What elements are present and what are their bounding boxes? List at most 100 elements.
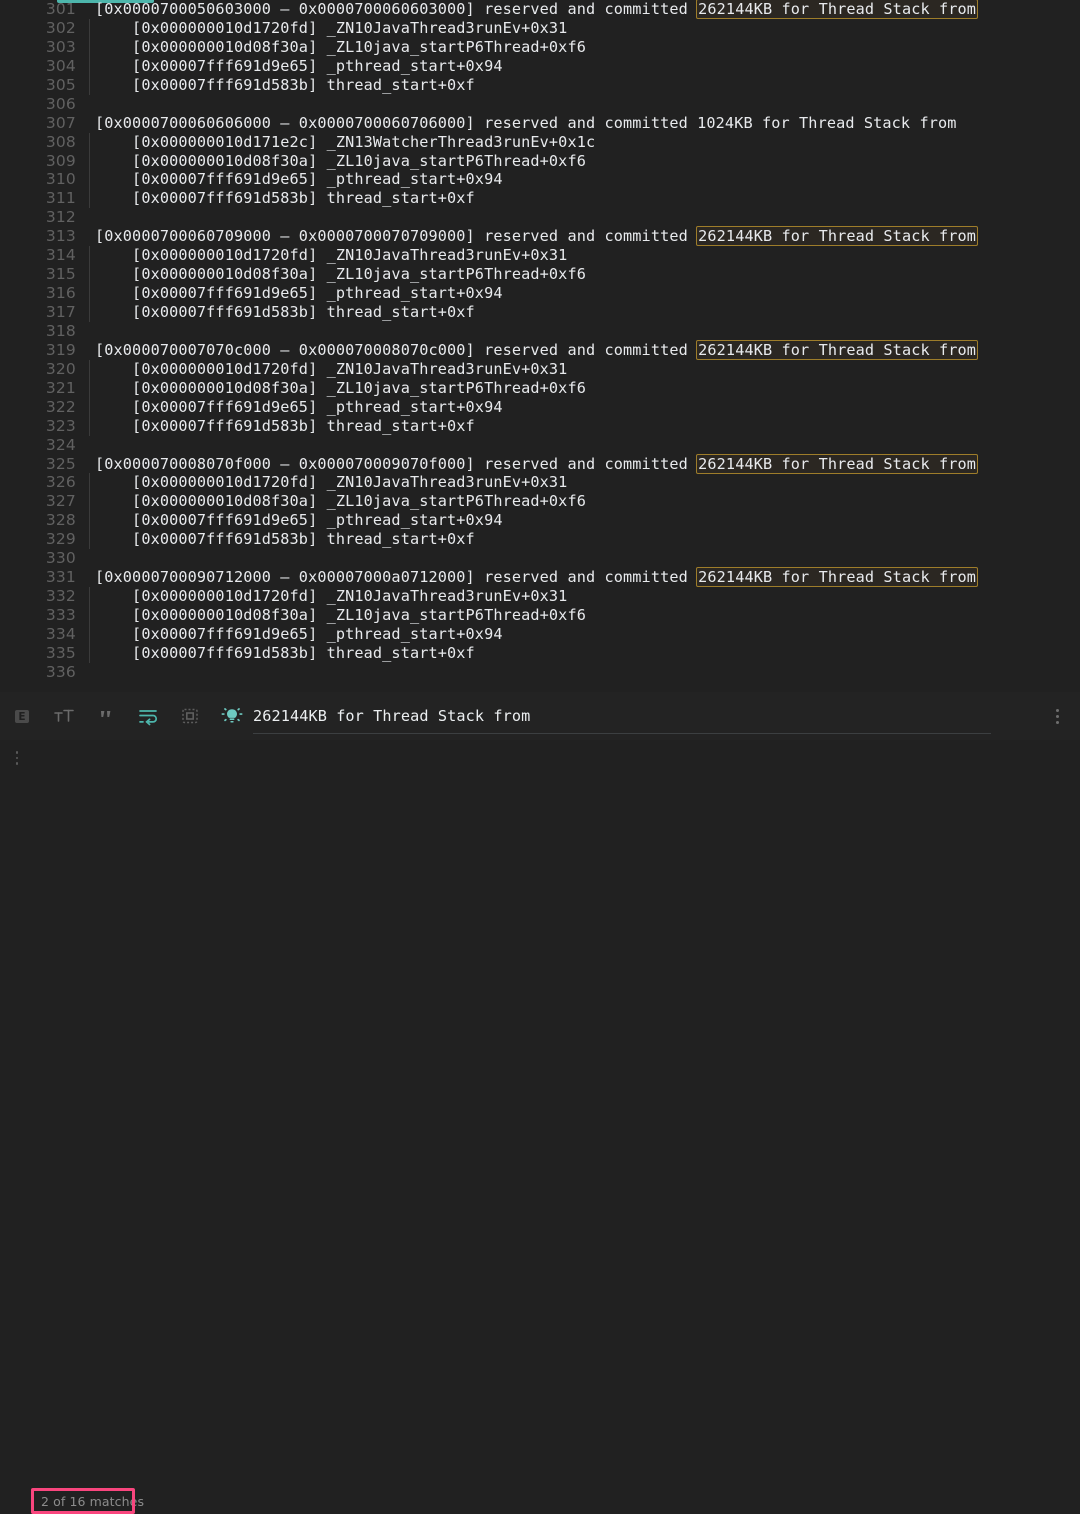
code-line-text: [0x00007fff691d9e65] _pthread_start+0x94 (76, 284, 1080, 304)
code-line-text: [0x000070007070c000 — 0x000070008070c000… (76, 339, 1080, 360)
in-selection-icon[interactable] (170, 696, 210, 736)
code-text: [0x00007fff691d583b] thread_start+0xf (95, 530, 475, 549)
code-line[interactable]: 302 [0x000000010d1720fd] _ZN10JavaThread… (0, 18, 1080, 38)
indent-guide (89, 75, 90, 95)
code-line[interactable]: 335 [0x00007fff691d583b] thread_start+0x… (0, 643, 1080, 663)
code-text: [0x000000010d08f30a] _ZL10java_startP6Th… (95, 151, 586, 170)
code-line-text: [0x000000010d08f30a] _ZL10java_startP6Th… (76, 606, 1080, 625)
line-number: 329 (45, 530, 76, 549)
code-line[interactable]: 306 (0, 95, 1080, 114)
code-line[interactable]: 301 [0x0000700050603000 — 0x0000700060603… (0, 0, 1080, 19)
code-line-text: [0x0000700090712000 — 0x00007000a0712000… (76, 567, 1080, 588)
code-line[interactable]: 322 [0x00007fff691d9e65] _pthread_start+… (0, 397, 1080, 417)
code-line[interactable]: 311 [0x00007fff691d583b] thread_start+0x… (0, 189, 1080, 209)
code-line[interactable]: 317 [0x00007fff691d583b] thread_start+0x… (0, 303, 1080, 322)
indent-guide (89, 18, 90, 38)
line-number: 304 (45, 56, 76, 75)
code-text: [0x000000010d08f30a] _ZL10java_startP6Th… (95, 492, 586, 511)
indent-guide (89, 170, 90, 190)
code-line[interactable]: 333 [0x000000010d08f30a] _ZL10java_start… (0, 606, 1080, 625)
status-overflow-menu-icon[interactable] (10, 748, 24, 768)
code-line[interactable]: 329 [0x00007fff691d583b] thread_start+0x… (0, 530, 1080, 550)
indent-guide (89, 606, 90, 625)
indent-guide (89, 624, 90, 644)
wrap-around-icon[interactable] (128, 696, 168, 736)
indent-guide (89, 132, 90, 152)
code-line[interactable]: 323 [0x00007fff691d583b] thread_start+0x… (0, 416, 1080, 436)
code-text: [0x0000700050603000 — 0x0000700060603000… (95, 0, 698, 18)
code-line[interactable]: 307 [0x0000700060606000 — 0x0000700060706… (0, 114, 1080, 133)
code-text: [0x000000010d1720fd] _ZN10JavaThread3run… (95, 359, 568, 378)
highlight-all-icon[interactable] (212, 696, 252, 736)
code-line[interactable]: 318 (0, 322, 1080, 341)
code-line-text: [0x000000010d08f30a] _ZL10java_startP6Th… (76, 378, 1080, 398)
indent-guide (89, 397, 90, 417)
code-line[interactable]: 308 [0x000000010d171e2c] _ZN13WatcherThr… (0, 132, 1080, 152)
find-toolbar: E (0, 692, 1080, 740)
code-line[interactable]: 336 (0, 663, 1080, 682)
line-number: 328 (45, 511, 76, 530)
line-number: 314 (45, 246, 76, 265)
line-number: 315 (45, 265, 76, 284)
code-line[interactable]: 312 (0, 208, 1080, 227)
code-line-text: [0x00007fff691d583b] thread_start+0xf (76, 643, 1080, 663)
code-line-text: [0x0000700050603000 — 0x0000700060603000… (76, 0, 1080, 19)
line-number: 305 (45, 75, 76, 94)
code-text: [0x00007fff691d9e65] _pthread_start+0x94 (95, 170, 503, 189)
code-line[interactable]: 321 [0x000000010d08f30a] _ZL10java_start… (0, 378, 1080, 398)
line-number: 308 (45, 132, 76, 151)
indent-guide (89, 265, 90, 285)
code-line[interactable]: 330 (0, 549, 1080, 568)
code-line-text: [0x000000010d08f30a] _ZL10java_startP6Th… (76, 37, 1080, 57)
line-number: 310 (45, 170, 76, 189)
code-text: [0x000000010d171e2c] _ZN13WatcherThread3… (95, 132, 596, 151)
code-line[interactable]: 332 [0x000000010d1720fd] _ZN10JavaThread… (0, 587, 1080, 607)
app-root: 301 [0x0000700050603000 — 0x0000700060603… (0, 0, 1080, 1514)
indent-guide (89, 416, 90, 436)
code-line[interactable]: 313 [0x0000700060709000 — 0x0000700070709… (0, 226, 1080, 247)
line-number: 322 (45, 397, 76, 416)
code-text: [0x00007fff691d9e65] _pthread_start+0x94 (95, 624, 503, 643)
code-line-text: [0x00007fff691d583b] thread_start+0xf (76, 303, 1080, 322)
indent-guide (89, 284, 90, 304)
match-case-icon[interactable] (44, 696, 84, 736)
code-line[interactable]: 315 [0x000000010d08f30a] _ZL10java_start… (0, 265, 1080, 285)
indent-guide (89, 189, 90, 209)
code-line[interactable]: 328 [0x00007fff691d9e65] _pthread_start+… (0, 511, 1080, 531)
code-line-text: [0x000000010d1720fd] _ZN10JavaThread3run… (76, 359, 1080, 379)
line-number: 336 (45, 662, 76, 681)
line-number: 302 (45, 18, 76, 37)
indent-guide (89, 56, 90, 76)
code-text: [0x000070007070c000 — 0x000070008070c000… (95, 340, 698, 359)
whole-words-icon[interactable] (86, 696, 126, 736)
code-line[interactable]: 334 [0x00007fff691d9e65] _pthread_start+… (0, 624, 1080, 644)
code-line[interactable]: 305 [0x00007fff691d583b] thread_start+0x… (0, 75, 1080, 95)
code-line[interactable]: 303 [0x000000010d08f30a] _ZL10java_start… (0, 37, 1080, 57)
code-line[interactable]: 319 [0x000070007070c000 — 0x000070008070c… (0, 339, 1080, 360)
indent-guide (89, 359, 90, 379)
code-text: [0x000000010d1720fd] _ZN10JavaThread3run… (95, 246, 568, 265)
code-line-text: [0x0000700060709000 — 0x0000700070709000… (76, 226, 1080, 247)
code-text: [0x00007fff691d583b] thread_start+0xf (95, 303, 475, 321)
code-line-text: [0x000000010d08f30a] _ZL10java_startP6Th… (76, 492, 1080, 512)
find-overflow-menu-icon[interactable] (1048, 705, 1066, 727)
code-line[interactable]: 320 [0x000000010d1720fd] _ZN10JavaThread… (0, 359, 1080, 379)
code-line[interactable]: 304 [0x00007fff691d9e65] _pthread_start+… (0, 56, 1080, 76)
code-line[interactable]: 327 [0x000000010d08f30a] _ZL10java_start… (0, 492, 1080, 512)
line-number: 317 (45, 303, 76, 321)
code-line[interactable]: 331 [0x0000700090712000 — 0x00007000a0712… (0, 567, 1080, 588)
code-line[interactable]: 316 [0x00007fff691d9e65] _pthread_start+… (0, 284, 1080, 304)
line-number: 307 (45, 113, 76, 132)
regex-icon[interactable]: E (2, 696, 42, 736)
code-line[interactable]: 324 (0, 436, 1080, 455)
code-line[interactable]: 326 [0x000000010d1720fd] _ZN10JavaThread… (0, 473, 1080, 493)
indent-guide (89, 492, 90, 512)
code-editor-view[interactable]: 301 [0x0000700050603000 — 0x0000700060603… (0, 0, 1080, 692)
code-line[interactable]: 309 [0x000000010d08f30a] _ZL10java_start… (0, 151, 1080, 171)
search-input[interactable] (253, 700, 991, 732)
code-line[interactable]: 325 [0x000070008070f000 — 0x000070009070f… (0, 453, 1080, 474)
code-line[interactable]: 310 [0x00007fff691d9e65] _pthread_start+… (0, 170, 1080, 190)
line-number: 334 (45, 624, 76, 643)
code-text: [0x00007fff691d583b] thread_start+0xf (95, 416, 475, 435)
code-line[interactable]: 314 [0x000000010d1720fd] _ZN10JavaThread… (0, 246, 1080, 266)
